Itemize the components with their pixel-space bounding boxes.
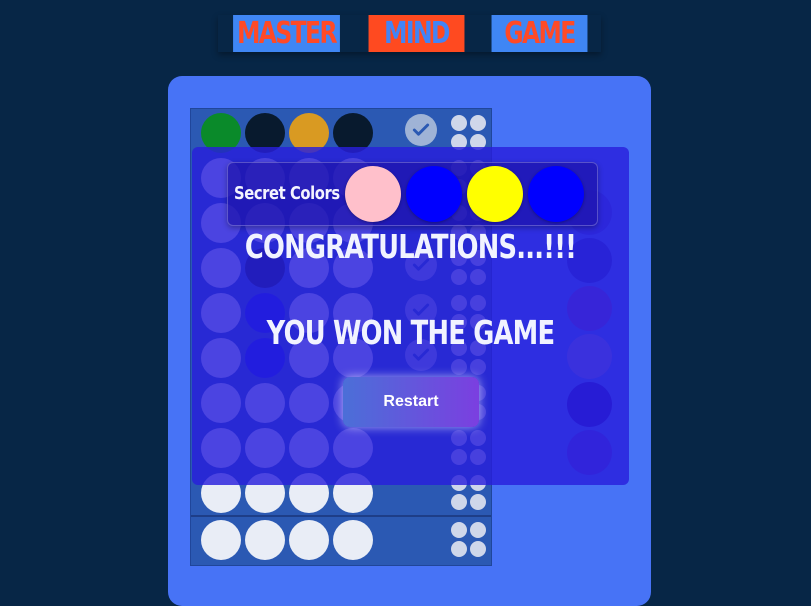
guess-peg[interactable]	[289, 520, 329, 560]
game-title: MASTER MIND GAME	[218, 15, 601, 52]
check-button[interactable]	[405, 114, 437, 146]
hint-dot	[470, 115, 486, 131]
title-mind: MIND	[368, 15, 465, 52]
hint-dot	[451, 494, 467, 510]
secret-color-peg	[345, 166, 401, 222]
guess-peg[interactable]	[333, 520, 373, 560]
hint-dot	[470, 494, 486, 510]
win-overlay: Secret Colors : CONGRATULATIONS...!!! YO…	[192, 147, 629, 485]
hint-dot	[451, 541, 467, 557]
hint-dot	[451, 115, 467, 131]
guess-row	[191, 515, 491, 563]
restart-button[interactable]: Restart	[343, 377, 479, 427]
secret-colors-box: Secret Colors :	[227, 162, 598, 226]
secret-color-peg	[467, 166, 523, 222]
hint-dot	[470, 541, 486, 557]
hint-dot	[470, 522, 486, 538]
secret-color-peg	[406, 166, 462, 222]
guess-peg[interactable]	[245, 520, 285, 560]
title-master: MASTER	[233, 15, 340, 52]
title-game: GAME	[491, 15, 588, 52]
you-won-text: YOU WON THE GAME	[266, 313, 555, 352]
congratulations-text: CONGRATULATIONS...!!!	[244, 227, 577, 266]
secret-colors-label: Secret Colors :	[234, 183, 351, 204]
secret-color-peg	[528, 166, 584, 222]
guess-peg[interactable]	[201, 520, 241, 560]
check-icon	[412, 123, 430, 136]
hint-dot	[451, 522, 467, 538]
